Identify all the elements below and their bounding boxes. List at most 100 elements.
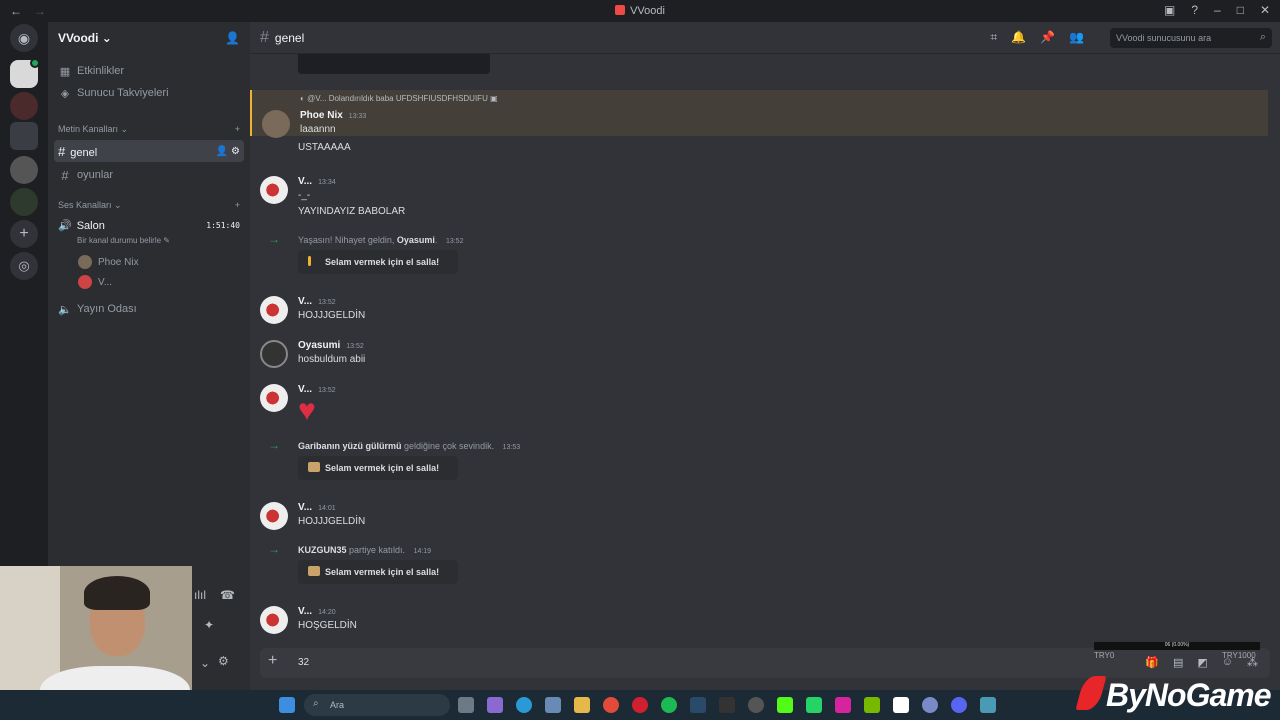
message: V... 14:20 HOŞGELDİN — [250, 600, 1268, 640]
store-icon[interactable] — [545, 697, 561, 713]
message-author[interactable]: Oyasumi 13:52 — [298, 340, 364, 351]
whatsapp-icon[interactable] — [806, 697, 822, 713]
wave-button[interactable]: Selam vermek için el salla! — [298, 250, 458, 274]
attach-plus-icon[interactable]: + — [268, 652, 277, 670]
category-voice-channels[interactable]: Ses Kanalları ⌄ + — [48, 198, 250, 212]
donation-progress-bar: 06 (0.00%) — [1094, 642, 1260, 650]
avatar[interactable] — [260, 384, 288, 412]
steam-icon[interactable] — [690, 697, 706, 713]
obs-icon[interactable] — [748, 697, 764, 713]
inbox-icon[interactable]: ▣ — [1164, 3, 1175, 17]
message-text: YAYINDAYIZ BABOLAR — [298, 206, 406, 217]
wave-button[interactable]: Selam vermek için el salla! — [298, 560, 458, 584]
threads-icon[interactable]: ⌗ — [990, 30, 997, 45]
message-author[interactable]: V... 14:01 — [298, 502, 336, 513]
minimize-button[interactable]: – — [1214, 3, 1221, 17]
invite-people-icon[interactable]: 👤 — [225, 31, 240, 45]
message-author[interactable]: Phoe Nix 13:33 — [300, 110, 366, 121]
soundboard-icon[interactable]: ılıl — [194, 588, 206, 602]
bell-icon[interactable]: 🔔 — [1011, 30, 1026, 45]
overlay-min-label: TRY0 — [1094, 651, 1115, 660]
avatar[interactable] — [260, 340, 288, 368]
chrome-icon[interactable] — [603, 697, 619, 713]
nvidia-icon[interactable] — [864, 697, 880, 713]
server-icon-4[interactable] — [10, 156, 38, 184]
explore-icon[interactable]: ◎ — [10, 252, 38, 280]
join-text: KUZGUN35 partiye katıldı. 14:19 — [298, 545, 432, 555]
activity-icon[interactable]: ✦ — [204, 618, 214, 632]
system-message: → Yaşasın! Nihayet geldin, Oyasumi. 13:5… — [250, 230, 1268, 280]
member-list-icon[interactable]: 👥 — [1069, 30, 1084, 45]
sticker-icon[interactable]: ◩ — [1197, 656, 1207, 669]
voice-user[interactable]: V... — [48, 272, 250, 292]
task-view-icon[interactable] — [458, 697, 474, 713]
voice-status-hint[interactable]: Bir kanal durumu belirle ✎ — [48, 236, 250, 248]
wave-icon — [308, 462, 320, 472]
server-header[interactable]: VVoodi ⌄ 👤 — [48, 22, 250, 54]
g-app-icon[interactable] — [893, 697, 909, 713]
discord-icon[interactable] — [951, 697, 967, 713]
chevron-down-icon[interactable]: ⌄ — [200, 656, 210, 670]
channel-title: genel — [274, 30, 305, 45]
message-text: hosbuldum abii — [298, 354, 366, 365]
sidebar-item-boosts[interactable]: ◈ Sunucu Takviyeleri — [48, 82, 250, 104]
spotify-icon[interactable] — [661, 697, 677, 713]
app-icon[interactable] — [922, 697, 938, 713]
add-server-icon[interactable]: + — [10, 220, 38, 248]
avatar — [78, 275, 92, 289]
channel-oyunlar[interactable]: # oyunlar — [48, 164, 250, 186]
edge-icon[interactable] — [516, 697, 532, 713]
avatar[interactable] — [260, 296, 288, 324]
message-input[interactable]: + 32 🎁 ▤ ◩ ☺ ⁂ — [260, 648, 1270, 678]
ms365-icon[interactable] — [487, 697, 503, 713]
avatar[interactable] — [260, 606, 288, 634]
maximize-button[interactable]: □ — [1237, 3, 1244, 17]
hash-icon: # — [61, 167, 69, 183]
reply-reference[interactable]: ◐ @V... Dolandırıldık baba UFDSHFIUSDFHS… — [300, 94, 498, 103]
server-icon-2[interactable] — [10, 92, 38, 120]
voice-user[interactable]: Phoe Nix — [48, 252, 250, 272]
message-author[interactable]: V... 14:20 — [298, 606, 336, 617]
server-icon-5[interactable] — [10, 188, 38, 216]
add-channel-icon[interactable]: + — [235, 124, 240, 134]
app-icon[interactable] — [980, 697, 996, 713]
category-text-channels[interactable]: Metin Kanalları ⌄ + — [48, 122, 250, 136]
server-icon-vvoodi[interactable] — [10, 58, 40, 88]
instagram-icon[interactable] — [835, 697, 851, 713]
message: V... 13:34 -_- YAYINDAYIZ BABOLAR — [250, 170, 1268, 220]
channel-settings-icon[interactable]: 👤 ⚙ — [216, 146, 240, 157]
disconnect-icon[interactable]: ☎ — [220, 588, 235, 602]
epic-games-icon[interactable] — [719, 697, 735, 713]
discord-home-icon[interactable]: ◉ — [10, 24, 38, 52]
start-menu-icon[interactable] — [279, 697, 295, 713]
channel-genel[interactable]: # genel 👤 ⚙ — [54, 140, 244, 162]
taskbar-search[interactable]: ⌕ Ara — [304, 694, 450, 716]
avatar[interactable] — [260, 502, 288, 530]
server-icon-3[interactable] — [10, 122, 38, 150]
embed-preview — [298, 54, 490, 74]
help-icon[interactable]: ? — [1191, 3, 1198, 17]
heart-emoji[interactable]: ♥ — [298, 396, 316, 426]
gift-icon[interactable]: 🎁 — [1145, 656, 1159, 669]
user-settings-gear-icon[interactable]: ⚙ — [218, 654, 229, 668]
wave-button[interactable]: Selam vermek için el salla! — [298, 456, 458, 480]
message-author[interactable]: V... 13:34 — [298, 176, 336, 187]
file-explorer-icon[interactable] — [574, 697, 590, 713]
sidebar-item-events[interactable]: ▦ Etkinlikler — [48, 60, 250, 82]
voice-channel-salon[interactable]: 🔊 Salon 1:51:40 — [48, 214, 250, 236]
pin-icon[interactable]: 📌 — [1040, 30, 1055, 45]
title-bar: ← → VVoodi ▣ ? – □ ✕ — [0, 0, 1280, 22]
avatar[interactable] — [260, 176, 288, 204]
window-controls: ▣ ? – □ ✕ — [1164, 3, 1270, 17]
voice-channel-yayin-odasi[interactable]: 🔈 Yayın Odası — [48, 298, 250, 320]
avatar[interactable] — [262, 110, 290, 138]
gif-icon[interactable]: ▤ — [1173, 656, 1183, 669]
search-input[interactable]: VVoodi sunucusunu ara ⌕ — [1110, 28, 1272, 48]
add-channel-icon[interactable]: + — [235, 200, 240, 210]
opera-icon[interactable] — [632, 697, 648, 713]
message-author[interactable]: V... 13:52 — [298, 296, 336, 307]
image-icon: ▣ — [490, 94, 498, 103]
kick-icon[interactable] — [777, 697, 793, 713]
close-button[interactable]: ✕ — [1260, 3, 1270, 17]
pencil-icon: ✎ — [163, 236, 170, 245]
